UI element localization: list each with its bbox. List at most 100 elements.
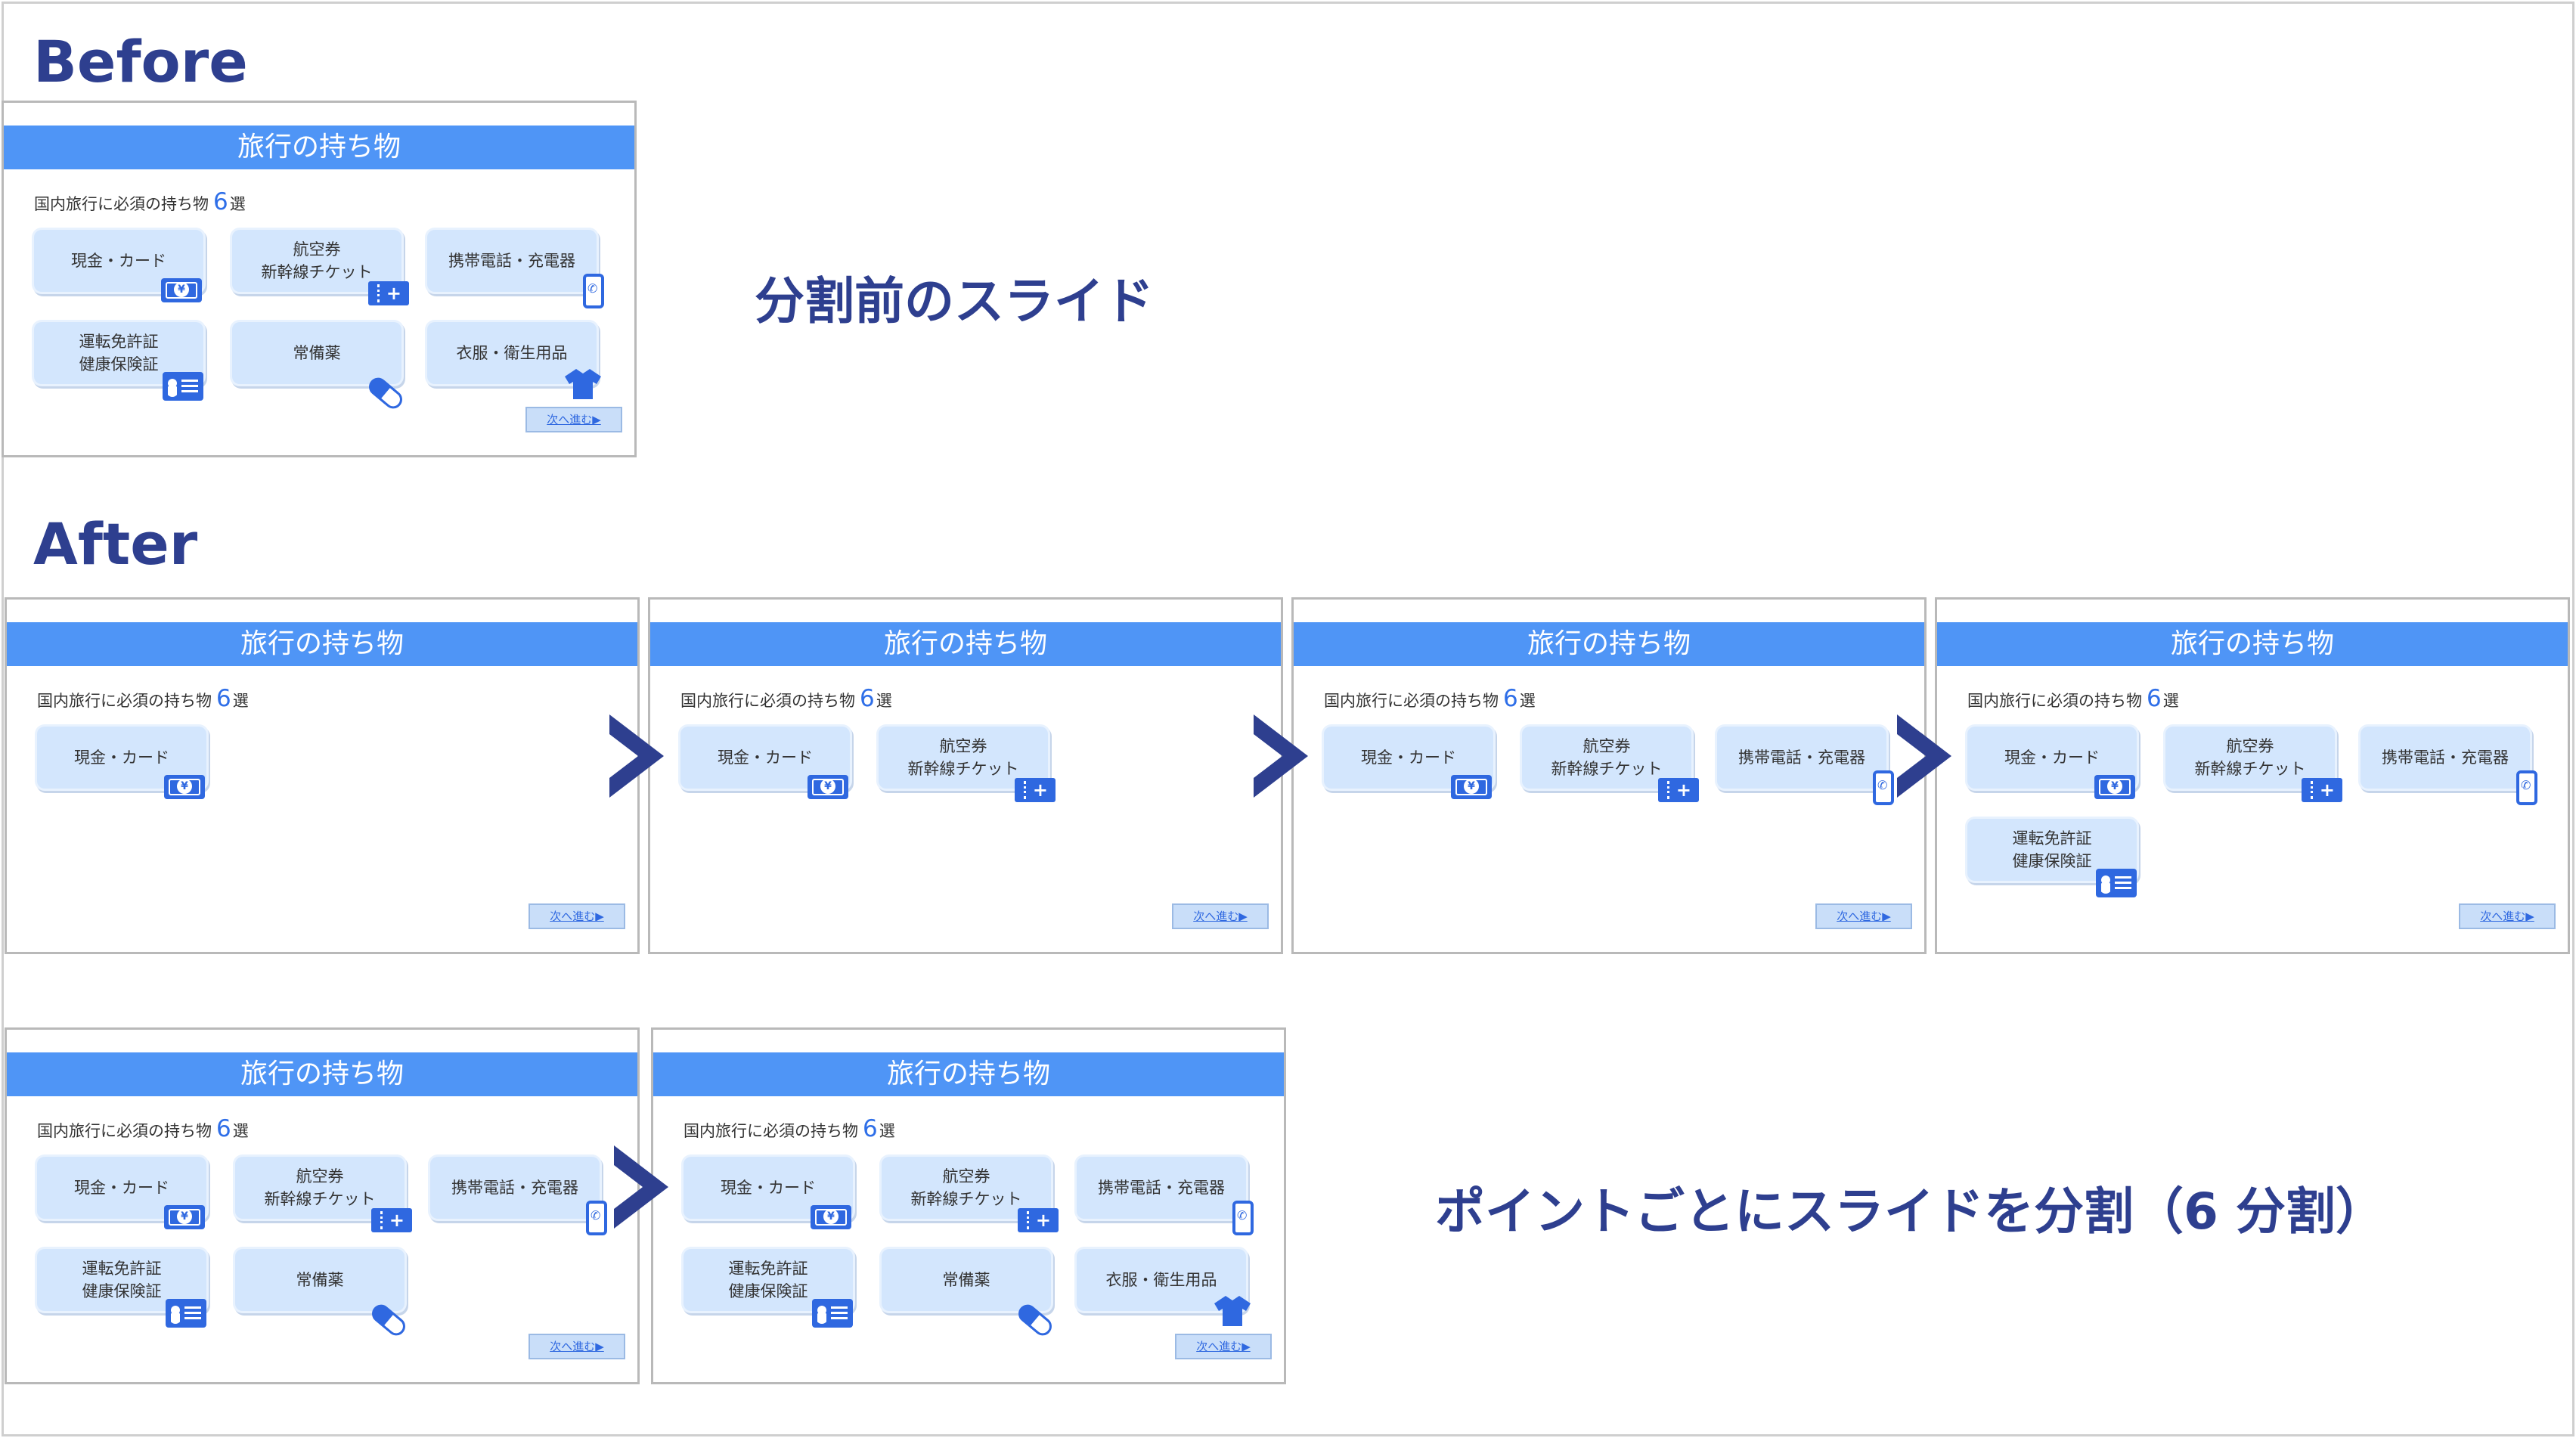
after-slide-4: 旅行の持ち物国内旅行に必須の持ち物 6選現金・カード 航空券 新幹線チケット+ 携帯電… (1935, 597, 2570, 954)
subtitle-count: 6 (216, 685, 231, 712)
after-slide-5: 旅行の持ち物国内旅行に必須の持ち物6選現金・カード 航空券 新幹線チケット+ 携帯電… (5, 1027, 640, 1384)
next-arrow-icon (1892, 714, 1953, 798)
after-slide-3: 旅行の持ち物国内旅行に必須の持ち物6選現金・カード 航空券 新幹線チケット+ 携帯電… (1291, 597, 1927, 954)
item-card: 現金・カード (1324, 727, 1493, 799)
item-label: 現金・カード (71, 252, 166, 270)
slide-subtitle: 国内旅行に必須の持ち物 6選 (34, 189, 246, 217)
item-label: 現金・カード (74, 748, 169, 767)
item-card: 航空券 新幹線チケット + (235, 1157, 412, 1232)
item-label: 運転免許証 健康保険証 (79, 333, 159, 373)
id-card-icon (812, 1299, 853, 1328)
slide-title: 旅行の持ち物 (7, 622, 637, 666)
subtitle-suffix: 選 (1519, 692, 1536, 710)
item-label: 携帯電話・充電器 (451, 1179, 578, 1197)
subtitle-text: 国内旅行に必須の持ち物 (680, 692, 855, 710)
item-card: 現金・カード (37, 727, 206, 799)
slide-title: 旅行の持ち物 (1294, 622, 1924, 666)
subtitle-count: 6 (213, 188, 228, 215)
item-label: 現金・カード (721, 1179, 816, 1197)
before-heading: Before (33, 28, 248, 95)
item-card: 運転免許証 健康保険証 (37, 1249, 206, 1328)
item-card: 航空券 新幹線チケット + (879, 727, 1056, 802)
item-card: 衣服・衛生用品 (427, 322, 601, 399)
item-card: 現金・カード (680, 727, 850, 799)
after-caption: ポイントごとにスライドを分割（6 分割） (1435, 1182, 2385, 1241)
item-card: 航空券 新幹線チケット + (232, 230, 409, 305)
slide-subtitle: 国内旅行に必須の持ち物 6選 (37, 686, 249, 714)
item-label: 現金・カード (718, 748, 813, 767)
subtitle-suffix: 選 (876, 692, 892, 710)
item-card: 航空券 新幹線チケット + (1522, 727, 1699, 802)
subtitle-suffix: 選 (229, 195, 246, 213)
money-icon (161, 278, 202, 302)
money-icon (164, 775, 205, 799)
item-label: 航空券 新幹線チケット (261, 240, 373, 281)
next-button[interactable]: 次へ進む▶ (2459, 903, 2556, 929)
slide-subtitle: 国内旅行に必須の持ち物 6選 (1967, 686, 2179, 714)
money-icon (1451, 775, 1492, 799)
before-slide: 旅行の持ち物国内旅行に必須の持ち物6選現金・カード 航空券 新幹線チケット+ 携帯電… (2, 101, 637, 457)
money-icon (811, 1205, 851, 1229)
subtitle-count: 6 (216, 1115, 231, 1142)
item-card: 携帯電話・充電器 (1717, 727, 1894, 805)
pill-icon (365, 373, 406, 413)
next-button[interactable]: 次へ進む▶ (529, 1334, 625, 1359)
subtitle-suffix: 選 (232, 692, 249, 710)
item-label: 携帯電話・充電器 (1098, 1179, 1225, 1197)
after-heading: After (33, 510, 198, 578)
next-button[interactable]: 次へ進む▶ (529, 903, 625, 929)
item-label: 現金・カード (74, 1179, 169, 1197)
item-card: 航空券 新幹線チケット + (2165, 727, 2342, 802)
subtitle-count: 6 (860, 685, 875, 712)
item-label: 常備薬 (942, 1271, 990, 1289)
subtitle-text: 国内旅行に必須の持ち物 (1324, 692, 1499, 710)
item-label: 航空券 新幹線チケット (907, 737, 1019, 778)
next-button[interactable]: 次へ進む▶ (1172, 903, 1269, 929)
id-card-icon (2096, 869, 2137, 897)
shirt-icon (1213, 1294, 1252, 1328)
item-label: 携帯電話・充電器 (2382, 748, 2509, 767)
money-icon (2094, 775, 2135, 799)
next-arrow-icon (609, 1145, 670, 1229)
item-card: 運転免許証 健康保険証 (684, 1249, 853, 1328)
item-label: 現金・カード (1361, 748, 1456, 767)
money-icon (164, 1205, 205, 1229)
item-card: 常備薬 (882, 1249, 1056, 1340)
item-card: 現金・カード (37, 1157, 206, 1229)
item-label: 航空券 新幹線チケット (264, 1167, 376, 1208)
subtitle-suffix: 選 (2162, 692, 2179, 710)
slide-title: 旅行の持ち物 (7, 1052, 637, 1096)
item-label: 運転免許証 健康保険証 (2012, 829, 2092, 870)
money-icon (808, 775, 848, 799)
item-label: 衣服・衛生用品 (1105, 1271, 1217, 1289)
before-caption: 分割前のスライド (755, 272, 1154, 330)
phone-icon (583, 274, 604, 308)
subtitle-text: 国内旅行に必須の持ち物 (37, 1122, 212, 1140)
subtitle-text: 国内旅行に必須の持ち物 (34, 195, 209, 213)
item-label: 航空券 新幹線チケット (1551, 737, 1663, 778)
item-label: 携帯電話・充電器 (1738, 748, 1865, 767)
phone-icon (2516, 770, 2537, 805)
subtitle-suffix: 選 (232, 1122, 249, 1140)
id-card-icon (166, 1299, 206, 1328)
next-button[interactable]: 次へ進む▶ (1815, 903, 1912, 929)
item-card: 航空券 新幹線チケット + (882, 1157, 1059, 1232)
slide-subtitle: 国内旅行に必須の持ち物 6選 (1324, 686, 1536, 714)
item-label: 航空券 新幹線チケット (2194, 737, 2306, 778)
item-label: 運転免許証 健康保険証 (728, 1260, 808, 1300)
ticket-icon: + (368, 281, 409, 305)
ticket-icon: + (1018, 1208, 1059, 1232)
next-button[interactable]: 次へ進む▶ (525, 407, 622, 432)
subtitle-count: 6 (1503, 685, 1518, 712)
item-card: 常備薬 (235, 1249, 409, 1340)
subtitle-text: 国内旅行に必須の持ち物 (37, 692, 212, 710)
after-slide-2: 旅行の持ち物国内旅行に必須の持ち物 6選現金・カード 航空券 新幹線チケット+ 次へ進… (648, 597, 1283, 954)
phone-icon (1873, 770, 1894, 805)
ticket-icon: + (1658, 778, 1699, 802)
id-card-icon (163, 372, 203, 401)
item-card: 携帯電話・充電器 (427, 230, 604, 308)
subtitle-text: 国内旅行に必須の持ち物 (1967, 692, 2142, 710)
item-label: 現金・カード (2004, 748, 2100, 767)
next-button[interactable]: 次へ進む▶ (1175, 1334, 1272, 1359)
subtitle-count: 6 (2147, 685, 2162, 712)
